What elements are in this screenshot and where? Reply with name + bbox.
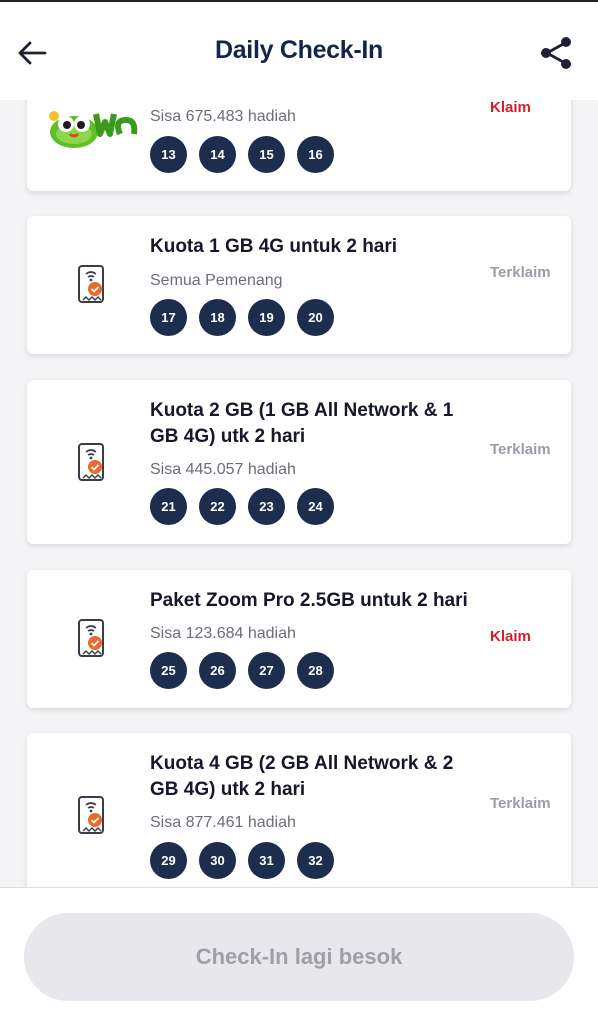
day-badge: 24 [297,488,334,525]
day-badge: 18 [199,299,236,336]
day-badge: 31 [248,842,285,879]
reward-name: Kuota 2 GB (1 GB All Network & 1 GB 4G) … [150,400,454,447]
claim-button[interactable]: Klaim [490,626,554,647]
voucher-icon [78,796,104,834]
day-badges: 13 14 15 16 [150,136,334,173]
check-in-button[interactable]: Check-In lagi besok [24,913,574,1001]
share-button[interactable] [536,35,576,71]
day-badges: 29 30 31 32 [150,842,334,879]
reward-stock: Sisa 877.461 hadiah [150,814,296,831]
share-icon [541,37,571,69]
voucher-icon [78,619,104,657]
reward-name: Kuota 1 GB 4G untuk 2 hari [150,236,398,257]
day-badges: 25 26 27 28 [150,652,334,689]
reward-name: Paket Zoom Pro 2.5GB untuk 2 hari [150,590,468,611]
reward-card: Kuota 4 GB (2 GB All Network & 2 GB 4G) … [27,733,571,903]
day-badge: 26 [199,652,236,689]
reward-card: Kuota 1 GB 4G untuk 2 hari Semua Pemenan… [27,216,571,354]
day-badge: 23 [248,488,285,525]
app-header: Daily Check-In [0,2,598,100]
day-badge: 17 [150,299,187,336]
day-badge: 27 [248,652,285,689]
reward-card: Kuota 2 GB (1 GB All Network & 1 GB 4G) … [27,380,571,544]
day-badge: 15 [248,136,285,173]
claim-button[interactable]: Klaim [490,97,554,118]
day-badge: 19 [248,299,285,336]
day-badge: 14 [199,136,236,173]
reward-list[interactable]: Sisa 675.483 hadiah Klaim 13 14 15 16 Ku… [0,0,598,1024]
day-badge: 32 [297,842,334,879]
brand-logo [44,100,140,152]
claimed-status: Terklaim [490,441,551,458]
reward-stock: Sisa 445.057 hadiah [150,461,296,478]
reward-card: Paket Zoom Pro 2.5GB untuk 2 hari Sisa 1… [27,570,571,708]
day-badge: 28 [297,652,334,689]
day-badges: 17 18 19 20 [150,299,334,336]
reward-stock: Sisa 675.483 hadiah [150,108,296,125]
day-badge: 20 [297,299,334,336]
day-badges: 21 22 23 24 [150,488,334,525]
day-badge: 25 [150,652,187,689]
day-badge: 29 [150,842,187,879]
reward-name: Kuota 4 GB (2 GB All Network & 2 GB 4G) … [150,753,454,800]
reward-stock: Sisa 123.684 hadiah [150,625,296,642]
day-badge: 13 [150,136,187,173]
claimed-status: Terklaim [490,795,551,812]
day-badge: 30 [199,842,236,879]
page-title: Daily Check-In [214,36,384,64]
voucher-icon [78,265,104,303]
day-badge: 21 [150,488,187,525]
reward-stock: Semua Pemenang [150,272,283,289]
day-badge: 16 [297,136,334,173]
footer-bar: Check-In lagi besok [0,887,598,1025]
day-badge: 22 [199,488,236,525]
voucher-icon [78,443,104,481]
claimed-status: Terklaim [490,264,551,281]
